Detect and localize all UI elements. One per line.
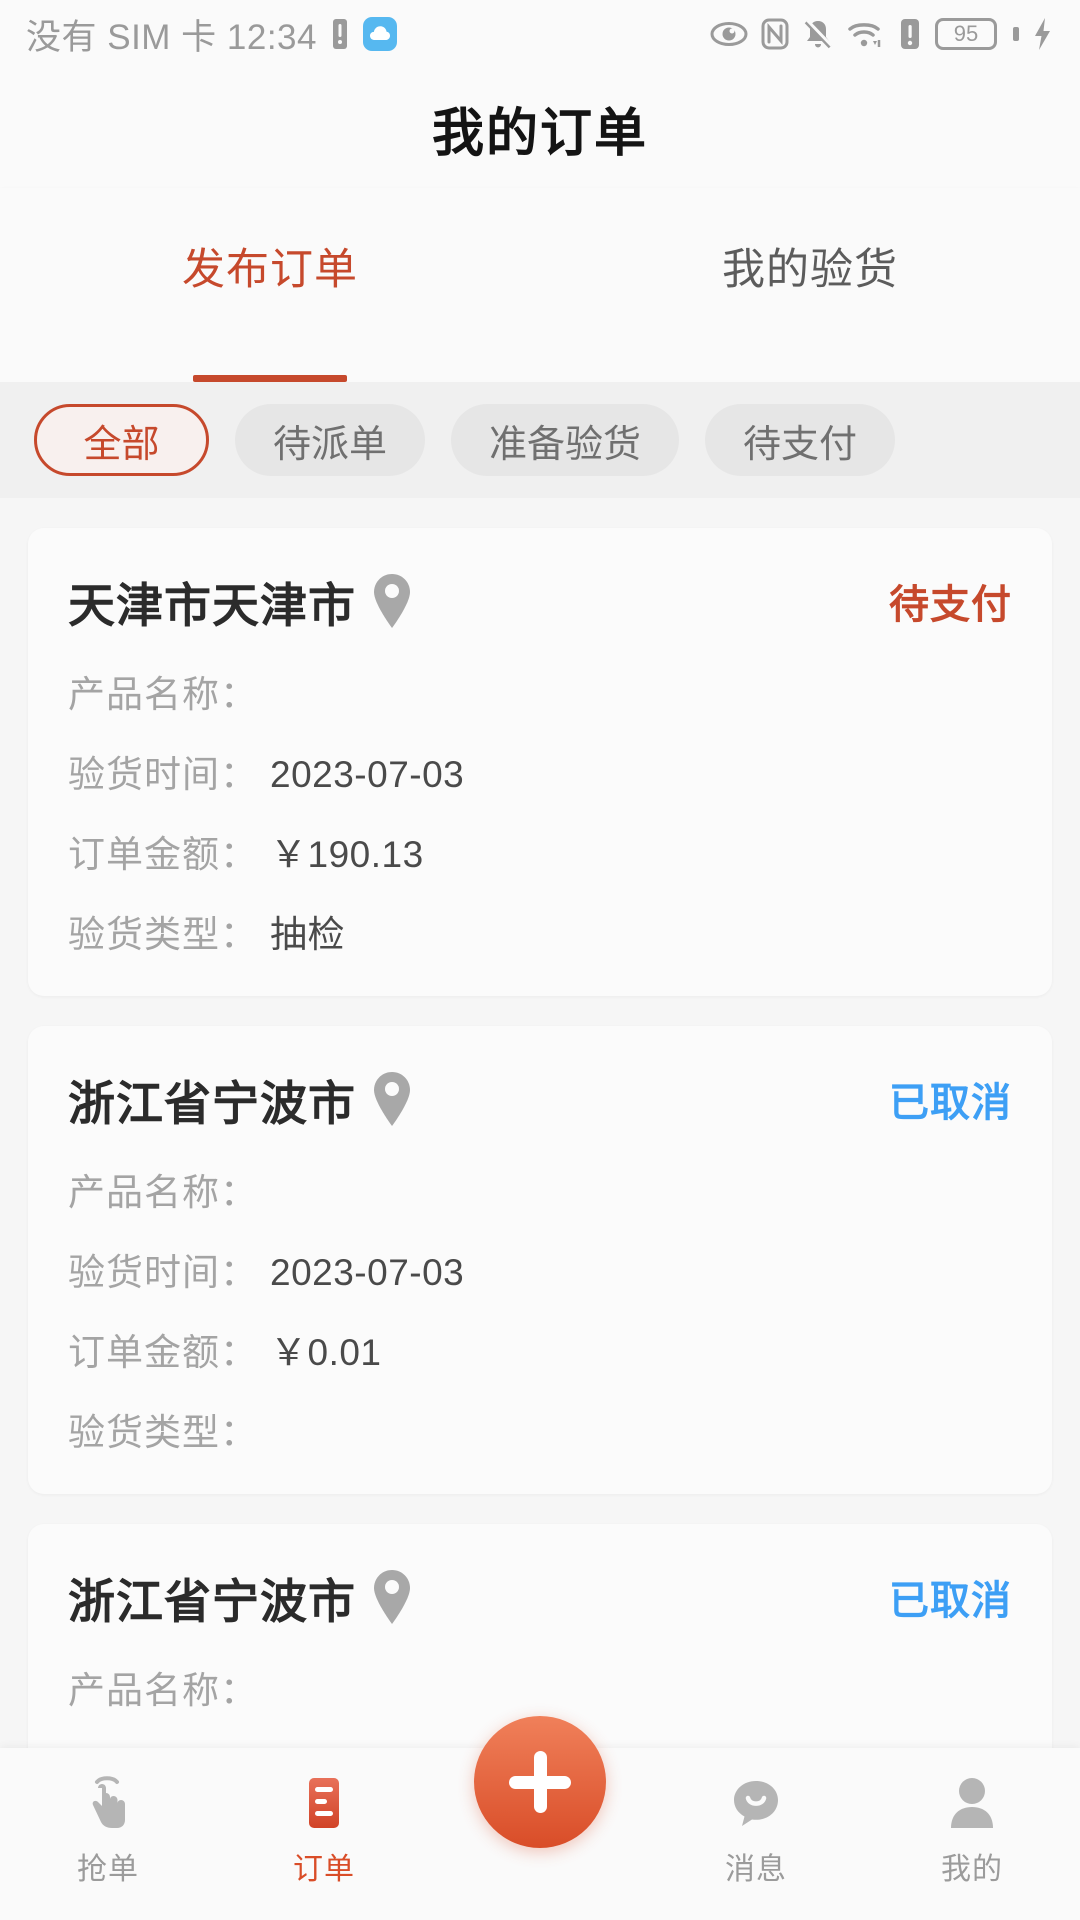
field-label: 验货时间： [68, 1252, 258, 1293]
tap-hand-icon [83, 1774, 133, 1832]
filter-chip-bar: 全部 待派单 准备验货 待支付 [0, 382, 1080, 498]
order-field-inspect-time: 验货时间： 2023-07-03 [68, 744, 1012, 798]
field-label: 验货类型： [68, 914, 258, 955]
location-pin-icon [374, 1072, 410, 1126]
order-status-badge: 已取消 [889, 1081, 1012, 1125]
order-list[interactable]: 天津市天津市 待支付 产品名称： 验货时间： 2023-07-03 订单金额： … [0, 498, 1080, 1748]
page-header: 我的订单 [0, 68, 1080, 188]
phone-screen: 没有 SIM 卡 12:34 95 我的订单 发布订单 我的验货 全部 待派单 … [0, 0, 1080, 1920]
person-icon [948, 1774, 996, 1832]
add-order-fab[interactable] [474, 1716, 606, 1848]
filter-chip-label: 准备验货 [489, 423, 642, 466]
field-label: 产品名称： [68, 674, 258, 715]
filter-chip-prepare-inspection[interactable]: 准备验货 [451, 404, 680, 476]
status-bar-left: 没有 SIM 卡 12:34 [26, 9, 397, 60]
location-pin-icon [374, 574, 410, 628]
chat-bubble-icon [730, 1774, 782, 1832]
location-pin-icon [374, 1570, 410, 1624]
filter-chip-label: 待支付 [743, 423, 858, 466]
order-field-product-name: 产品名称： [68, 664, 1012, 718]
order-field-inspect-type: 验货类型： [68, 1402, 1012, 1456]
order-status-badge: 待支付 [889, 583, 1012, 627]
bell-muted-icon [804, 19, 833, 49]
order-card-header: 天津市天津市 待支付 [68, 564, 1012, 638]
tab-label: 发布订单 [182, 246, 358, 294]
order-list-icon [301, 1774, 347, 1832]
field-label: 订单金额： [68, 1332, 258, 1373]
order-location-label: 浙江省宁波市 [68, 1076, 356, 1130]
charging-bolt-icon [1035, 18, 1050, 50]
field-label: 产品名称： [68, 1172, 258, 1213]
cloud-icon [362, 17, 397, 51]
status-bar: 没有 SIM 卡 12:34 95 [0, 0, 1080, 68]
order-field-amount: 订单金额： ￥0.01 [68, 1322, 1012, 1376]
order-location: 浙江省宁波市 [68, 1563, 414, 1632]
nav-item-label: 订单 [293, 1853, 355, 1886]
battery-icon: 95 [935, 18, 997, 50]
order-card-header: 浙江省宁波市 已取消 [68, 1062, 1012, 1136]
tab-bar: 发布订单 我的验货 [0, 188, 1080, 382]
order-field-inspect-type: 验货类型： 抽检 [68, 904, 1012, 958]
order-field-amount: 订单金额： ￥190.13 [68, 824, 1012, 878]
bottom-navigation-bar: 抢单 订单 消息 我的 [0, 1716, 1080, 1920]
field-label: 验货时间： [68, 754, 258, 795]
order-location-label: 浙江省宁波市 [68, 1574, 356, 1628]
order-card[interactable]: 浙江省宁波市 已取消 产品名称： 验货时间： [28, 1524, 1052, 1748]
field-label: 产品名称： [68, 1670, 258, 1711]
tab-published-orders[interactable]: 发布订单 [0, 188, 540, 382]
nav-item-messages[interactable]: 消息 [648, 1748, 864, 1888]
order-card[interactable]: 浙江省宁波市 已取消 产品名称： 验货时间： 2023-07-03 订单金额： … [28, 1026, 1052, 1494]
filter-chip-pending-payment[interactable]: 待支付 [705, 404, 896, 476]
order-location: 浙江省宁波市 [68, 1065, 414, 1134]
tab-label: 我的验货 [722, 246, 898, 294]
plus-icon-vertical [533, 1751, 547, 1813]
order-location: 天津市天津市 [68, 567, 414, 636]
sim-card-icon [332, 19, 347, 49]
filter-chip-label: 待派单 [273, 423, 388, 466]
order-location-label: 天津市天津市 [68, 578, 356, 632]
field-value: 2023-07-03 [270, 1252, 465, 1293]
field-label: 订单金额： [68, 834, 258, 875]
filter-chip-all[interactable]: 全部 [34, 404, 209, 476]
order-card[interactable]: 天津市天津市 待支付 产品名称： 验货时间： 2023-07-03 订单金额： … [28, 528, 1052, 996]
battery-level: 95 [953, 21, 979, 46]
order-field-inspect-time: 验货时间： 2023-07-03 [68, 1242, 1012, 1296]
battery-nub [1013, 27, 1019, 41]
field-value: ￥190.13 [270, 834, 424, 875]
field-label: 验货时间： [68, 1740, 258, 1748]
field-value: 2023-07-03 [270, 754, 465, 795]
filter-chip-pending-dispatch[interactable]: 待派单 [235, 404, 426, 476]
nav-item-grab-order[interactable]: 抢单 [0, 1748, 216, 1888]
order-field-product-name: 产品名称： [68, 1660, 1012, 1714]
order-card-header: 浙江省宁波市 已取消 [68, 1560, 1012, 1634]
page-title: 我的订单 [431, 104, 648, 163]
carrier-and-time: 没有 SIM 卡 12:34 [26, 17, 317, 57]
eye-icon [710, 22, 748, 46]
order-status-badge: 已取消 [889, 1579, 1012, 1623]
order-field-product-name: 产品名称： [68, 1162, 1012, 1216]
nfc-icon [761, 18, 789, 50]
tab-my-inspections[interactable]: 我的验货 [540, 188, 1080, 382]
nav-item-label: 消息 [725, 1853, 787, 1886]
wifi-icon [848, 23, 881, 47]
tab-active-indicator [193, 375, 347, 382]
nav-item-orders[interactable]: 订单 [216, 1748, 432, 1888]
field-label: 验货类型： [68, 1412, 258, 1453]
nav-item-label: 抢单 [77, 1853, 139, 1886]
field-value: ￥0.01 [270, 1332, 382, 1373]
filter-chip-label: 全部 [83, 423, 160, 466]
nav-item-label: 我的 [941, 1853, 1003, 1886]
sim-alert-icon [901, 19, 919, 49]
nav-item-profile[interactable]: 我的 [864, 1748, 1080, 1888]
field-value: 抽检 [270, 914, 345, 955]
status-bar-right: 95 [710, 17, 1054, 51]
